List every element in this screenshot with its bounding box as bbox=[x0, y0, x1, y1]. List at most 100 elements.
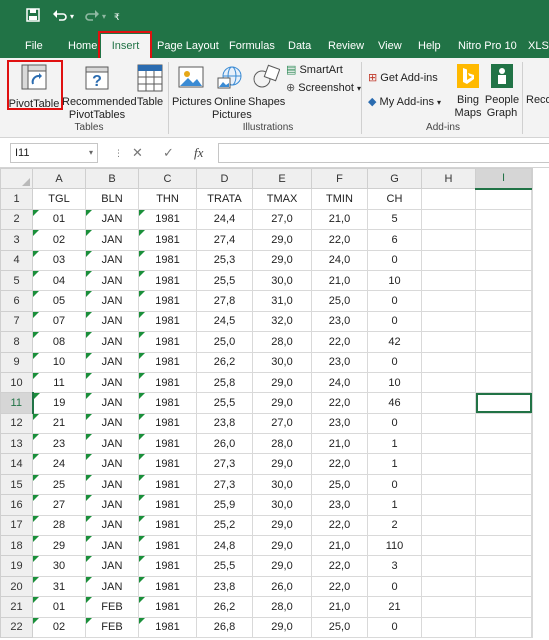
cell[interactable] bbox=[475, 514, 532, 537]
cell[interactable]: 28,0 bbox=[252, 596, 312, 618]
column-header-g[interactable]: G bbox=[367, 168, 422, 190]
cell[interactable] bbox=[475, 269, 532, 292]
row-header[interactable]: 16 bbox=[0, 494, 33, 516]
cell[interactable]: 26,8 bbox=[196, 616, 253, 638]
cell[interactable]: 1981 bbox=[138, 392, 197, 414]
bing-maps-button[interactable]: Bing Maps bbox=[453, 64, 483, 120]
cell[interactable]: 25,8 bbox=[196, 371, 253, 394]
cell[interactable]: 26,2 bbox=[196, 351, 253, 373]
cell[interactable]: 30,0 bbox=[252, 473, 312, 496]
row-header[interactable]: 8 bbox=[0, 331, 33, 353]
cell[interactable]: 1 bbox=[367, 494, 422, 516]
cell[interactable]: THN bbox=[138, 188, 197, 210]
redo-dropdown-icon[interactable]: ▾ bbox=[102, 8, 106, 26]
cell[interactable]: CH bbox=[367, 188, 422, 210]
cell[interactable]: JAN bbox=[85, 453, 139, 475]
cell[interactable]: 29,0 bbox=[252, 555, 312, 577]
cell[interactable]: 46 bbox=[367, 392, 422, 414]
row-header[interactable]: 2 bbox=[0, 208, 33, 231]
row-header[interactable]: 17 bbox=[0, 514, 33, 537]
tab-help[interactable]: Help bbox=[418, 34, 441, 58]
cell[interactable]: JAN bbox=[85, 371, 139, 394]
table-button[interactable]: Table bbox=[134, 64, 166, 109]
get-addins-button[interactable]: ⊞ Get Add-ins bbox=[368, 70, 438, 86]
row-header[interactable]: 22 bbox=[0, 616, 33, 638]
cell[interactable]: JAN bbox=[85, 392, 139, 414]
cell[interactable]: 25,5 bbox=[196, 555, 253, 577]
cell[interactable]: 1981 bbox=[138, 290, 197, 312]
cancel-icon[interactable]: ✕ bbox=[132, 143, 143, 163]
cell[interactable]: 21,0 bbox=[311, 535, 368, 557]
screenshot-button[interactable]: ⊕ Screenshot ▾ bbox=[286, 80, 361, 96]
row-header[interactable]: 6 bbox=[0, 290, 33, 312]
cell[interactable] bbox=[421, 208, 476, 231]
row-header[interactable]: 20 bbox=[0, 575, 33, 598]
row-header[interactable]: 11 bbox=[0, 392, 34, 414]
undo-dropdown-icon[interactable]: ▾ bbox=[70, 8, 74, 26]
cell[interactable] bbox=[421, 453, 476, 475]
cell[interactable]: 0 bbox=[367, 575, 422, 598]
cell[interactable]: JAN bbox=[85, 249, 139, 271]
cell[interactable]: 25,0 bbox=[311, 616, 368, 638]
cell[interactable]: 1981 bbox=[138, 616, 197, 638]
cell[interactable] bbox=[475, 331, 532, 353]
cell[interactable] bbox=[421, 494, 476, 516]
formula-input[interactable] bbox=[218, 143, 549, 163]
row-header[interactable]: 1 bbox=[0, 188, 33, 210]
insert-function-icon[interactable]: fx bbox=[194, 143, 203, 163]
row-header[interactable]: 4 bbox=[0, 249, 33, 271]
cell[interactable] bbox=[475, 473, 532, 496]
cell[interactable] bbox=[531, 514, 533, 537]
cell[interactable]: 05 bbox=[32, 290, 86, 312]
cell[interactable] bbox=[475, 412, 532, 435]
cell[interactable]: 23,0 bbox=[311, 351, 368, 373]
cell[interactable]: 0 bbox=[367, 473, 422, 496]
cell[interactable]: 1981 bbox=[138, 433, 197, 455]
cell[interactable] bbox=[421, 392, 476, 414]
row-header[interactable]: 18 bbox=[0, 535, 33, 557]
cell[interactable]: 24,4 bbox=[196, 208, 253, 231]
cell[interactable]: 0 bbox=[367, 616, 422, 638]
cell[interactable] bbox=[421, 351, 476, 373]
cell[interactable] bbox=[421, 433, 476, 455]
cell[interactable] bbox=[475, 310, 532, 333]
row-header[interactable]: 10 bbox=[0, 371, 33, 394]
cell[interactable]: 27,0 bbox=[252, 412, 312, 435]
cell[interactable]: 1981 bbox=[138, 473, 197, 496]
cell[interactable] bbox=[421, 535, 476, 557]
cell[interactable]: 25,0 bbox=[196, 331, 253, 353]
cell[interactable]: 1 bbox=[367, 453, 422, 475]
cell[interactable]: 30,0 bbox=[252, 494, 312, 516]
cell[interactable]: FEB bbox=[85, 616, 139, 638]
cell[interactable]: 27,0 bbox=[252, 208, 312, 231]
cell[interactable]: 21,0 bbox=[311, 433, 368, 455]
shapes-button[interactable]: Shapes bbox=[248, 64, 285, 109]
row-header[interactable]: 13 bbox=[0, 433, 33, 455]
tab-formulas[interactable]: Formulas bbox=[229, 34, 275, 58]
cell[interactable]: 24,8 bbox=[196, 535, 253, 557]
cell[interactable]: 2 bbox=[367, 514, 422, 537]
cell[interactable] bbox=[531, 392, 533, 414]
cell[interactable] bbox=[421, 269, 476, 292]
cell[interactable]: 25,0 bbox=[311, 473, 368, 496]
cell[interactable]: 25,5 bbox=[196, 392, 253, 414]
cell[interactable]: JAN bbox=[85, 229, 139, 251]
cell[interactable]: 21,0 bbox=[311, 269, 368, 292]
cell[interactable]: 21,0 bbox=[311, 208, 368, 231]
cell[interactable]: 31,0 bbox=[252, 290, 312, 312]
cell[interactable]: 1981 bbox=[138, 229, 197, 251]
cell[interactable] bbox=[421, 229, 476, 251]
cell[interactable]: 29 bbox=[32, 535, 86, 557]
cell[interactable]: 6 bbox=[367, 229, 422, 251]
cell[interactable]: 5 bbox=[367, 208, 422, 231]
cell[interactable] bbox=[421, 249, 476, 271]
cell[interactable]: 1981 bbox=[138, 514, 197, 537]
cell[interactable]: 27 bbox=[32, 494, 86, 516]
column-header-b[interactable]: B bbox=[85, 168, 139, 190]
row-header[interactable]: 14 bbox=[0, 453, 33, 475]
cell[interactable]: 25 bbox=[32, 473, 86, 496]
cell[interactable]: 1981 bbox=[138, 208, 197, 231]
cell[interactable]: 24 bbox=[32, 453, 86, 475]
cell[interactable]: 22,0 bbox=[311, 514, 368, 537]
tab-xlst[interactable]: XLST bbox=[528, 34, 549, 58]
